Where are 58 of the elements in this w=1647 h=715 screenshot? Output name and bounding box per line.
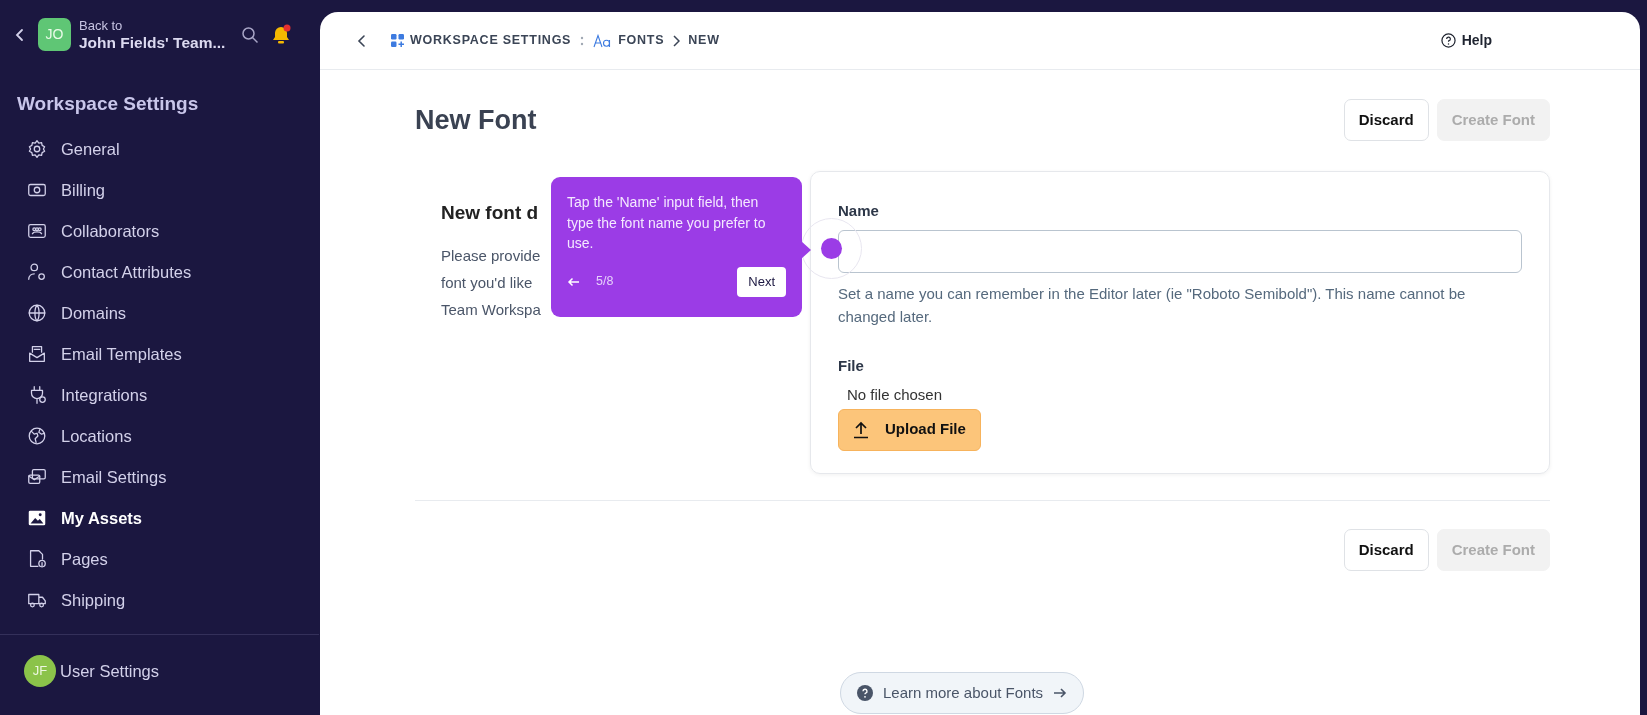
name-help-text: Set a name you can remember in the Editor later (ie "Roboto Semibold"). This name cannot be changed later. bbox=[838, 283, 1467, 327]
envelope-icon bbox=[26, 343, 48, 365]
sidebar-item[interactable]: Email Templates bbox=[0, 333, 319, 375]
sidebar-item[interactable]: Collaborators bbox=[0, 210, 319, 252]
learn-more-label: Learn more about Fonts bbox=[883, 682, 1044, 703]
help-icon bbox=[1440, 33, 1456, 48]
name-label: Name bbox=[838, 201, 880, 221]
globe-icon bbox=[26, 425, 48, 447]
globe-icon bbox=[26, 302, 48, 324]
search-icon bbox=[241, 26, 259, 44]
section-description: font you'd like bbox=[441, 272, 533, 293]
arrow-right-icon bbox=[1053, 687, 1068, 699]
help-link[interactable]: Help bbox=[1440, 30, 1492, 51]
discard-button[interactable]: Discard bbox=[1343, 529, 1429, 571]
section-description: Team Workspa bbox=[441, 299, 541, 320]
sidebar-item[interactable]: General bbox=[0, 128, 319, 170]
sidebar-item[interactable]: Domains bbox=[0, 292, 319, 334]
learn-more-link[interactable]: Learn more about Fonts bbox=[840, 672, 1085, 714]
help-icon bbox=[857, 685, 873, 701]
breadcrumb-link[interactable]: WORKSPACE SETTINGS bbox=[410, 31, 572, 50]
breadcrumb-link[interactable]: FONTS bbox=[618, 31, 665, 50]
tooltip-text: Tap the 'Name' input field, then type the font name you prefer to use. bbox=[567, 193, 767, 253]
upload-file-button[interactable]: Upload File bbox=[838, 408, 981, 451]
sidebar-item[interactable]: Shipping bbox=[0, 579, 319, 621]
chevron-left-icon bbox=[357, 34, 367, 49]
upload-icon bbox=[853, 420, 869, 439]
section-description: Please provide bbox=[441, 245, 541, 266]
page-title: New Font bbox=[415, 103, 537, 137]
sidebar-item[interactable]: Pages bbox=[0, 538, 319, 580]
chevron-left-icon bbox=[14, 27, 26, 42]
file-label: File bbox=[838, 355, 865, 376]
chevron-right-icon bbox=[672, 34, 681, 47]
step-counter: 5/8 bbox=[596, 273, 614, 291]
workspace-avatar: JO bbox=[38, 18, 71, 51]
sidebar-item[interactable]: Billing bbox=[0, 169, 319, 211]
next-button[interactable]: Next bbox=[737, 266, 786, 297]
discard-button[interactable]: Discard bbox=[1343, 99, 1429, 141]
workspace-name[interactable]: John Fields' Team... bbox=[79, 33, 229, 53]
user-gear-icon bbox=[26, 261, 48, 283]
user-avatar: JF bbox=[24, 655, 56, 687]
hotspot-dot bbox=[821, 238, 842, 259]
arrow-left-icon bbox=[567, 277, 580, 288]
sidebar-item[interactable]: Contact Attributes bbox=[0, 251, 319, 293]
gear-icon bbox=[26, 138, 48, 160]
sidebar-item[interactable]: My Assets bbox=[0, 497, 319, 539]
file-status: No file chosen bbox=[847, 385, 944, 405]
sidebar-item[interactable]: Locations bbox=[0, 415, 319, 457]
font-icon bbox=[593, 33, 613, 48]
breadcrumb-link[interactable]: NEW bbox=[688, 31, 720, 50]
section-title: Workspace Settings bbox=[16, 92, 200, 116]
back-label: Back to bbox=[79, 18, 124, 33]
sidebar-item[interactable]: Integrations bbox=[0, 374, 319, 416]
bell-icon bbox=[271, 24, 293, 46]
user-settings-item[interactable]: JF User Settings bbox=[0, 650, 319, 692]
name-input-field[interactable] bbox=[838, 229, 1522, 273]
section-heading: New font d bbox=[441, 201, 539, 225]
sidebar-item[interactable]: Email Settings bbox=[0, 456, 319, 498]
grid-icon bbox=[391, 34, 404, 47]
